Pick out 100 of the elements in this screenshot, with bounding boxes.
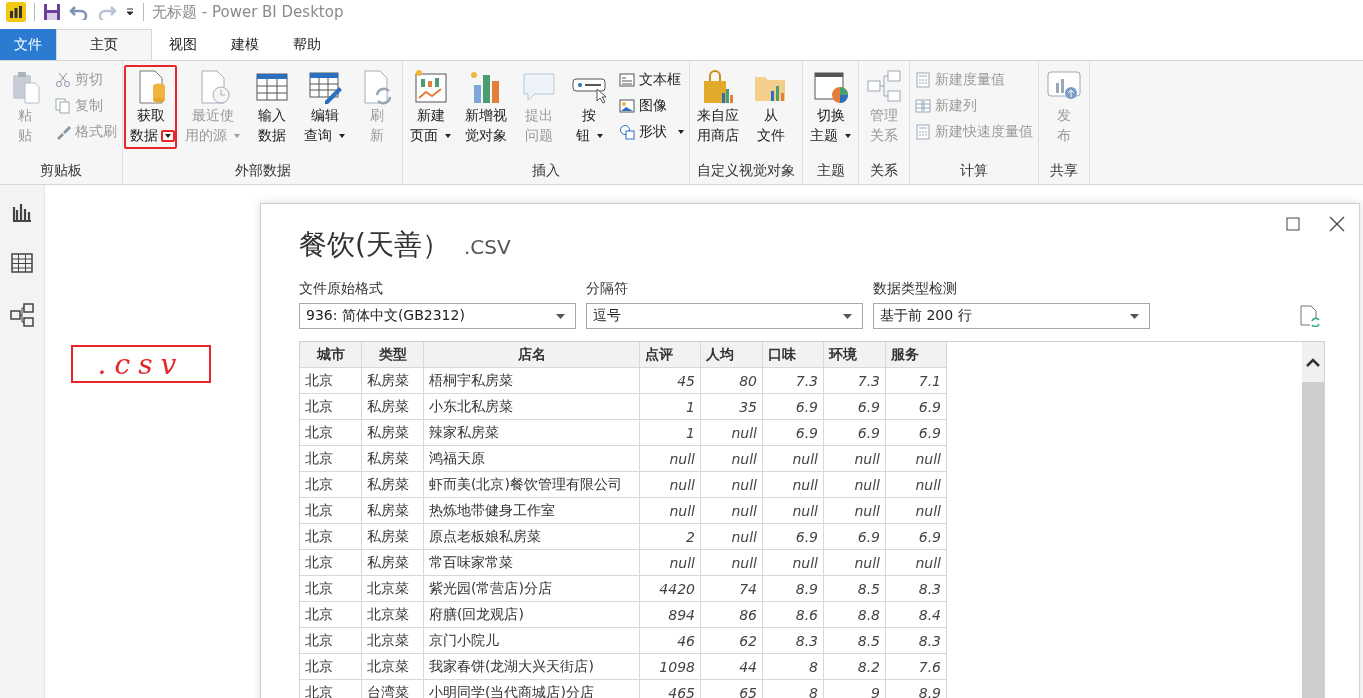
ribbon-button[interactable]: 按 钮 (567, 67, 611, 147)
table-cell: 80 (701, 368, 763, 394)
table-cell: 私房菜 (362, 446, 424, 472)
table-cell: 7.6 (886, 654, 947, 680)
table-cell: 私房菜 (362, 420, 424, 446)
table-cell: null (763, 472, 824, 498)
table-cell: 6.9 (824, 524, 886, 550)
table-cell: 465 (640, 680, 701, 698)
table-cell: 65 (701, 680, 763, 698)
table-cell: 北京 (300, 680, 362, 698)
column-header[interactable]: 点评 (640, 342, 701, 368)
save-icon[interactable] (43, 3, 61, 21)
table-cell: null (824, 472, 886, 498)
scroll-up-button[interactable] (1302, 342, 1324, 382)
table-cell: 8.9 (886, 680, 947, 698)
column-header[interactable]: 口味 (763, 342, 824, 368)
table-cell: 小东北私房菜 (424, 394, 640, 420)
ribbon-button[interactable]: 切换 主题 (806, 67, 855, 147)
ribbon-tab[interactable]: 帮助 (276, 29, 338, 60)
column-header[interactable]: 服务 (886, 342, 947, 368)
column-header[interactable]: 人均 (701, 342, 763, 368)
table-cell: 北京 (300, 420, 362, 446)
maximize-icon (1286, 217, 1300, 231)
table-cell: 虾而美(北京)餐饮管理有限公司 (424, 472, 640, 498)
table-cell: null (763, 550, 824, 576)
table-cell: 7.3 (763, 368, 824, 394)
ribbon-tab[interactable]: 主页 (56, 29, 152, 60)
table-icon[interactable] (11, 253, 33, 273)
ribbon-button[interactable]: 从 文件 (749, 67, 793, 147)
ribbon-button[interactable]: 来自应 用商店 (693, 67, 743, 147)
ribbon-tab[interactable]: 建模 (214, 29, 276, 60)
column-header[interactable]: 环境 (824, 342, 886, 368)
table-cell: 8.9 (763, 576, 824, 602)
ribbon-button[interactable]: 新增视 觉对象 (461, 67, 511, 147)
table-cell: null (640, 550, 701, 576)
table-cell: 8.3 (886, 628, 947, 654)
table-cell: 8 (763, 680, 824, 698)
caret-icon (1130, 313, 1139, 319)
table-cell: 46 (640, 628, 701, 654)
column-header[interactable]: 店名 (424, 342, 640, 368)
dropdown-field[interactable]: 基于前 200 行 (873, 303, 1150, 329)
calculator-icon (915, 124, 931, 140)
table-cell: 4420 (640, 576, 701, 602)
group-label: 主题 (815, 162, 846, 180)
table-cell: 6.9 (886, 420, 947, 446)
dialog-title: 餐饮(天善） (299, 227, 450, 263)
caret-icon (843, 313, 852, 319)
dropdown-field[interactable]: 逗号 (586, 303, 863, 329)
table-cell: 鸿福天原 (424, 446, 640, 472)
table-cell: 北京 (300, 654, 362, 680)
ribbon-button[interactable]: 形状 (619, 121, 684, 143)
table-cell: 1 (640, 420, 701, 446)
undo-icon[interactable] (69, 4, 89, 20)
calculator-icon (915, 72, 931, 88)
table-cell: 2 (640, 524, 701, 550)
table-cell: 9 (824, 680, 886, 698)
ribbon-button[interactable]: 编辑 查询 (300, 67, 349, 147)
table-cell: null (701, 498, 763, 524)
table-cell: 6.9 (886, 524, 947, 550)
dropdown-field[interactable]: 936: 简体中文(GB2312) (299, 303, 576, 329)
table-cell: 北京菜 (362, 628, 424, 654)
table-cell: 1 (640, 394, 701, 420)
ribbon-tab[interactable]: 视图 (152, 29, 214, 60)
group-label: 关系 (869, 162, 899, 180)
column-header[interactable]: 类型 (362, 342, 424, 368)
ribbon-button[interactable]: 获取 数据 (126, 67, 175, 147)
group-label: 剪贴板 (39, 162, 83, 180)
caret-icon[interactable] (125, 7, 135, 17)
column-header[interactable]: 城市 (300, 342, 362, 368)
table-cell: 62 (701, 628, 763, 654)
report-view-icon[interactable] (11, 201, 33, 223)
table-cell: 8 (763, 654, 824, 680)
table-cell: 热炼地带健身工作室 (424, 498, 640, 524)
ribbon-button[interactable]: 新建 页面 (406, 67, 455, 147)
table-cell: 86 (701, 602, 763, 628)
ribbon-tab[interactable]: 文件 (0, 29, 56, 60)
table-cell: 8.5 (824, 576, 886, 602)
table-cell: 8.8 (824, 602, 886, 628)
ribbon-button[interactable]: 输入 数据 (250, 67, 294, 147)
table-cell: 北京菜 (362, 602, 424, 628)
relationship-icon (866, 69, 902, 105)
table-cell: 紫光园(常营店)分店 (424, 576, 640, 602)
table-cell: null (824, 498, 886, 524)
table-pencil-icon (306, 69, 343, 105)
field-label: 分隔符 (586, 280, 629, 298)
table-cell: 8.2 (824, 654, 886, 680)
table-cell: 北京 (300, 576, 362, 602)
table-cell: 私房菜 (362, 550, 424, 576)
table-cell: 京门小院儿 (424, 628, 640, 654)
table-cell: 北京 (300, 524, 362, 550)
model-view-icon[interactable] (10, 303, 34, 327)
table-cell: 北京菜 (362, 654, 424, 680)
refresh-file-button[interactable] (1299, 305, 1321, 329)
scrollbar[interactable] (1302, 342, 1324, 698)
ribbon-button[interactable]: 图像 (619, 95, 684, 117)
ribbon-button[interactable]: 文本框 (619, 69, 684, 91)
paintbrush-icon (55, 124, 71, 140)
table-cell: 8.6 (763, 602, 824, 628)
table-cell: null (701, 420, 763, 446)
table-cell: 私房菜 (362, 394, 424, 420)
